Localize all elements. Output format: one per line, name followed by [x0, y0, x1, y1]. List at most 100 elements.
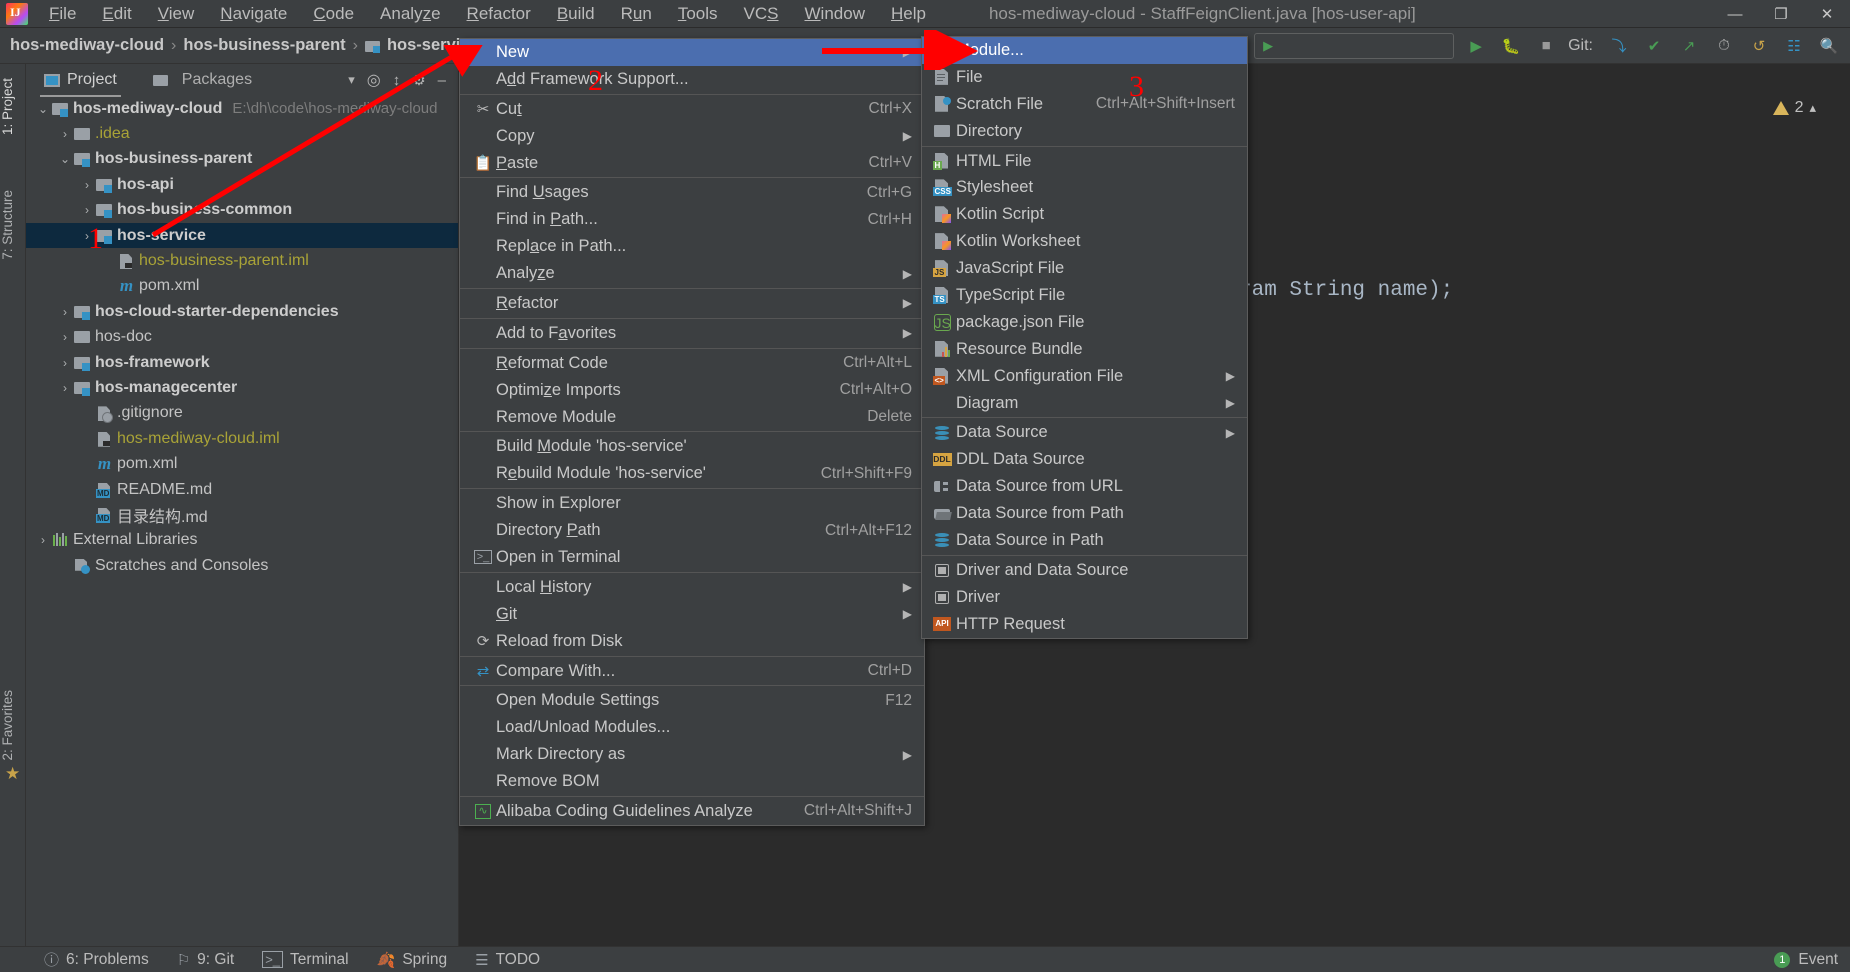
menu-item-refactor[interactable]: Refactor ▶	[460, 290, 924, 317]
close-button[interactable]: ✕	[1804, 0, 1850, 28]
menu-item-compare-with[interactable]: ⇄ Compare With... Ctrl+D	[460, 658, 924, 685]
menu-item-alibaba-coding-guidelines-analyze[interactable]: ∿ Alibaba Coding Guidelines Analyze Ctrl+A…	[460, 798, 924, 825]
submenu-item-resource-bundle[interactable]: Resource Bundle	[922, 336, 1247, 363]
tree-twisty[interactable]: ›	[56, 330, 74, 344]
menu-item-analyze[interactable]: Analyze ▶	[460, 260, 924, 287]
chevron-up-icon[interactable]: ▴	[1809, 100, 1816, 116]
menu-item-reload-from-disk[interactable]: ⟳ Reload from Disk	[460, 628, 924, 655]
tree-node-hos-framework[interactable]: › hos-framework	[26, 350, 458, 375]
submenu-item-package.json-file[interactable]: JS package.json File	[922, 309, 1247, 336]
sidebar-item-project[interactable]: 1: Project	[0, 72, 26, 141]
submenu-item-stylesheet[interactable]: CSS Stylesheet	[922, 174, 1247, 201]
undo-icon[interactable]: ↺	[1746, 33, 1772, 59]
menu-item-load-unload-modules[interactable]: Load/Unload Modules...	[460, 714, 924, 741]
submenu-item-data-source-from-path[interactable]: Data Source from Path	[922, 500, 1247, 527]
submenu-item-data-source-from-url[interactable]: Data Source from URL	[922, 473, 1247, 500]
submenu-item-directory[interactable]: Directory	[922, 118, 1247, 145]
menu-item-remove-module[interactable]: Remove Module Delete	[460, 404, 924, 431]
menu-analyze[interactable]: Analyze	[367, 2, 454, 26]
run-configuration-select[interactable]: ▶	[1254, 32, 1455, 59]
menu-run[interactable]: Run	[608, 2, 665, 26]
menu-vcs[interactable]: VCS	[731, 2, 792, 26]
menu-item-show-in-explorer[interactable]: Show in Explorer	[460, 490, 924, 517]
status-item-git[interactable]: ⚐ 9: Git	[163, 951, 249, 969]
menu-item-local-history[interactable]: Local History ▶	[460, 574, 924, 601]
menu-item-copy[interactable]: Copy ▶	[460, 123, 924, 150]
tree-node-hos-managecenter[interactable]: › hos-managecenter	[26, 375, 458, 400]
menu-item-find-in-path[interactable]: Find in Path... Ctrl+H	[460, 206, 924, 233]
menu-item-reformat-code[interactable]: Reformat Code Ctrl+Alt+L	[460, 350, 924, 377]
event-label[interactable]: Event	[1798, 951, 1838, 969]
sidebar-item-favorites[interactable]: 2: Favorites	[0, 684, 26, 767]
menu-code[interactable]: Code	[300, 2, 367, 26]
menu-item-directory-path[interactable]: Directory Path Ctrl+Alt+F12	[460, 517, 924, 544]
menu-item-open-in-terminal[interactable]: >_ Open in Terminal	[460, 544, 924, 571]
submenu-item-html-file[interactable]: H HTML File	[922, 148, 1247, 175]
menu-item-paste[interactable]: 📋 Paste Ctrl+V	[460, 150, 924, 177]
tree-twisty[interactable]: ›	[78, 203, 96, 217]
run-button[interactable]: ▶	[1463, 33, 1489, 59]
submenu-item-driver-and-data-source[interactable]: Driver and Data Source	[922, 557, 1247, 584]
tree-node-pom.xml[interactable]: m pom.xml	[26, 451, 458, 476]
menu-item-build-module-hos-service[interactable]: Build Module 'hos-service'	[460, 433, 924, 460]
inspection-status[interactable]: 2 ▴	[1772, 99, 1816, 117]
new-submenu[interactable]: Module... File Scratch File Ctrl+Alt+Shift+…	[921, 36, 1248, 639]
menu-view[interactable]: View	[145, 2, 208, 26]
menu-tools[interactable]: Tools	[665, 2, 731, 26]
submenu-item-xml-configuration-file[interactable]: <> XML Configuration File ▶	[922, 363, 1247, 390]
status-item-spring[interactable]: 🍂 Spring	[363, 951, 462, 969]
favorites-star-icon[interactable]: ★	[5, 764, 20, 784]
tree-node-hos-mediway-cloud.iml[interactable]: hos-mediway-cloud.iml	[26, 426, 458, 451]
menu-item-open-module-settings[interactable]: Open Module Settings F12	[460, 687, 924, 714]
tree-twisty[interactable]: ›	[56, 356, 74, 370]
menu-item-remove-bom[interactable]: Remove BOM	[460, 768, 924, 795]
status-item-terminal[interactable]: >_ Terminal	[248, 951, 362, 969]
git-update-icon[interactable]: ⤵	[1606, 33, 1632, 59]
maximize-button[interactable]: ❐	[1758, 0, 1804, 28]
stop-button[interactable]: ■	[1533, 33, 1559, 59]
menu-build[interactable]: Build	[544, 2, 608, 26]
tree-twisty[interactable]: ›	[56, 305, 74, 319]
submenu-item-diagram[interactable]: Diagram ▶	[922, 390, 1247, 417]
menu-item-cut[interactable]: ✂ Cut Ctrl+X	[460, 96, 924, 123]
git-push-icon[interactable]: ↗	[1676, 33, 1702, 59]
tree-twisty[interactable]: ›	[56, 127, 74, 141]
submenu-item-javascript-file[interactable]: JS JavaScript File	[922, 255, 1247, 282]
minimize-button[interactable]: —	[1712, 0, 1758, 28]
menu-item-add-to-favorites[interactable]: Add to Favorites ▶	[460, 320, 924, 347]
search-everywhere-icon[interactable]: 🔍	[1816, 33, 1842, 59]
menu-item-replace-in-path[interactable]: Replace in Path...	[460, 233, 924, 260]
menu-item-optimize-imports[interactable]: Optimize Imports Ctrl+Alt+O	[460, 377, 924, 404]
submenu-item-ddl-data-source[interactable]: DDL DDL Data Source	[922, 446, 1247, 473]
menu-item-find-usages[interactable]: Find Usages Ctrl+G	[460, 179, 924, 206]
tree-node-hos-doc[interactable]: › hos-doc	[26, 325, 458, 350]
debug-button[interactable]: 🐛	[1498, 33, 1524, 59]
tree-node-readme.md[interactable]: README.md	[26, 477, 458, 502]
submenu-item-scratch-file[interactable]: Scratch File Ctrl+Alt+Shift+Insert	[922, 91, 1247, 118]
sidebar-item-structure[interactable]: 7: Structure	[0, 184, 26, 266]
submenu-item-typescript-file[interactable]: TS TypeScript File	[922, 282, 1247, 309]
tree-twisty[interactable]: ⌄	[56, 152, 74, 166]
submenu-item-data-source[interactable]: Data Source ▶	[922, 419, 1247, 446]
menu-file[interactable]: File	[36, 2, 89, 26]
tree-node-.gitignore[interactable]: .gitignore	[26, 401, 458, 426]
submenu-item-kotlin-worksheet[interactable]: Kotlin Worksheet	[922, 228, 1247, 255]
submenu-item-driver[interactable]: Driver	[922, 584, 1247, 611]
tree-node-pom.xml[interactable]: m pom.xml	[26, 274, 458, 299]
tree-node-hos-cloud-starter-dependencies[interactable]: › hos-cloud-starter-dependencies	[26, 299, 458, 324]
git-history-icon[interactable]: ⏱	[1711, 33, 1737, 59]
submenu-item-http-request[interactable]: API HTTP Request	[922, 611, 1247, 638]
context-menu[interactable]: New▶Add Framework Support...✂CutCtrl+XCo…	[459, 38, 925, 826]
menu-navigate[interactable]: Navigate	[207, 2, 300, 26]
tree-twisty[interactable]: ›	[56, 381, 74, 395]
menu-refactor[interactable]: Refactor	[454, 2, 544, 26]
menu-item-git[interactable]: Git ▶	[460, 601, 924, 628]
status-item-problems[interactable]: ⓘ 6: Problems	[30, 949, 163, 970]
tree-twisty[interactable]: ⌄	[34, 102, 52, 116]
submenu-item-kotlin-script[interactable]: Kotlin Script	[922, 201, 1247, 228]
tree-node-目录结构.md[interactable]: 目录结构.md	[26, 502, 458, 527]
submenu-item-data-source-in-path[interactable]: Data Source in Path	[922, 527, 1247, 554]
menu-item-rebuild-module-hos-service[interactable]: Rebuild Module 'hos-service' Ctrl+Shift+F…	[460, 460, 924, 487]
git-commit-icon[interactable]: ✔	[1641, 33, 1667, 59]
tree-twisty[interactable]: ›	[78, 178, 96, 192]
